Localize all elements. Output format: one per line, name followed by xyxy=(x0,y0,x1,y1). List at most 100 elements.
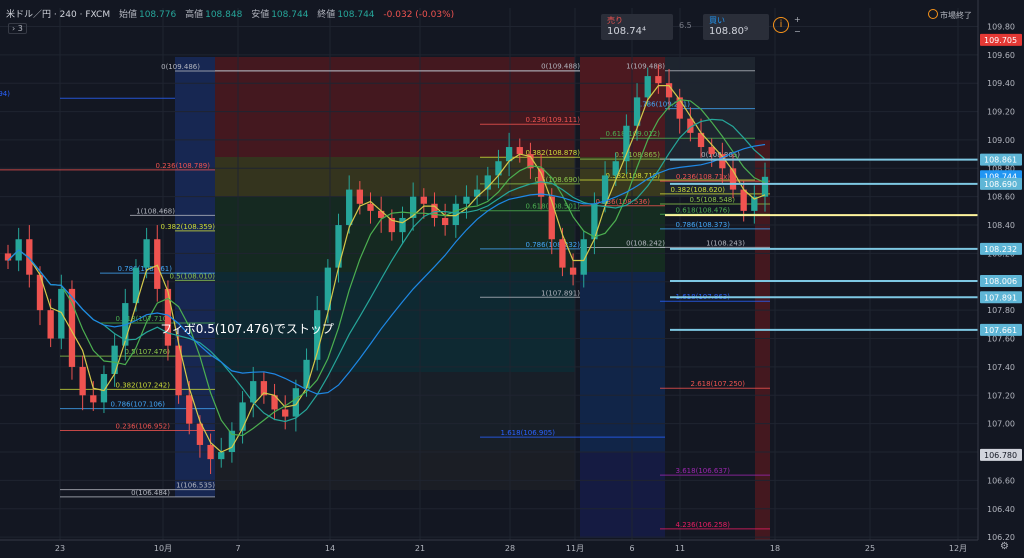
time-tick-label: 12月 xyxy=(949,544,967,553)
candle-body xyxy=(239,402,246,431)
time-tick-label: 25 xyxy=(865,544,875,553)
candle-body xyxy=(4,253,12,261)
price-tick-label: 107.20 xyxy=(987,391,1015,400)
sell-price: 108.74⁴ xyxy=(607,26,646,37)
price-chart[interactable]: 1.618(109.294) 0(109.486) 0.236(108.789) 1(… xyxy=(0,0,1024,558)
fib-level-label: 4.236(106.258) xyxy=(676,521,731,529)
candle-body xyxy=(463,196,470,204)
fib-level-label: 0.786(108.373) xyxy=(676,221,731,229)
price-tick-label: 107.60 xyxy=(987,335,1015,344)
fib-level-label: 0(109.488) xyxy=(541,63,580,71)
price-tag-label: 109.705 xyxy=(984,36,1017,45)
candle-body xyxy=(218,452,225,460)
symbol-label[interactable]: 米ドル／円 · 240 · FXCM xyxy=(6,10,110,20)
price-tick-label: 109.40 xyxy=(987,79,1015,88)
time-tick-label: 21 xyxy=(415,544,425,553)
fib-level-label: 0.236(106.952) xyxy=(116,422,171,430)
quantity-stepper[interactable]: + − xyxy=(794,14,801,38)
price-tick-label: 109.80 xyxy=(987,22,1015,31)
fib-level-label: 0.236(109.111) xyxy=(526,116,581,124)
info-icon[interactable]: i xyxy=(773,17,789,33)
fib-level-label: 2.618(107.250) xyxy=(691,380,746,388)
fib-level-label: 0.236(108.789) xyxy=(156,162,211,170)
buy-label: 買い xyxy=(709,16,725,25)
price-tag-label: 106.780 xyxy=(984,451,1017,460)
fib-level-label: 0.786(108.232) xyxy=(526,241,581,249)
candle-body xyxy=(154,239,161,289)
market-status[interactable]: 市場終了 xyxy=(928,9,972,21)
price-tick-label: 106.60 xyxy=(987,476,1015,485)
price-tick-label: 108.60 xyxy=(987,193,1015,202)
fib-level-label: 0.382(108.359) xyxy=(161,223,216,231)
fib-zone xyxy=(215,157,575,197)
candle-body xyxy=(346,189,353,226)
time-tick-label: 23 xyxy=(55,544,65,553)
fib-level-label: 0.786(107.106) xyxy=(111,401,166,409)
candle-body xyxy=(143,239,150,268)
fib-zone xyxy=(215,57,575,157)
fib-zone xyxy=(580,272,665,452)
price-tag-label: 108.690 xyxy=(984,180,1017,189)
price-tag-label: 108.861 xyxy=(984,156,1017,165)
candle-body xyxy=(378,210,385,218)
fib-level-label: 3.618(106.637) xyxy=(676,467,731,475)
price-tag-label: 108.232 xyxy=(984,245,1017,254)
candle-body xyxy=(410,196,417,218)
fib-level-label: 0(108.242) xyxy=(626,239,665,247)
fib-level-label: 0.382(108.620) xyxy=(671,186,726,194)
indicator-count: 3 xyxy=(17,24,23,33)
indicator-collapse-button[interactable]: › 3 xyxy=(8,23,27,34)
fib-level-label: 1(108.468) xyxy=(136,207,175,215)
candle-body xyxy=(399,217,406,233)
candle-body xyxy=(420,196,427,204)
price-tick-label: 107.40 xyxy=(987,363,1015,372)
fib-level-label: 1.618(106.905) xyxy=(501,429,556,437)
open-label: 始値 xyxy=(118,10,137,20)
low-label: 安値 xyxy=(251,10,270,20)
market-status-text: 市場終了 xyxy=(940,11,972,20)
fib-level-label: 1.618(109.294) xyxy=(0,90,10,98)
fib-zone xyxy=(580,452,665,538)
price-tick-label: 108.40 xyxy=(987,221,1015,230)
time-tick-label: 28 xyxy=(505,544,515,553)
candle-body xyxy=(207,444,214,460)
price-tick-label: 109.00 xyxy=(987,136,1015,145)
sell-button[interactable]: 売り 108.74⁴ xyxy=(601,14,673,40)
close-value: 108.744 xyxy=(337,10,375,20)
candle-body xyxy=(516,147,523,155)
buy-button[interactable]: 買い 108.80⁹ xyxy=(703,14,769,40)
plus-icon[interactable]: + xyxy=(794,14,801,26)
fib-level-label: 1(106.535) xyxy=(176,482,215,490)
candle-body xyxy=(303,359,310,389)
high-value: 108.848 xyxy=(205,10,243,20)
fib-level-label: 0.618(108.476) xyxy=(676,206,731,214)
candle-body xyxy=(708,147,715,155)
candle-body xyxy=(740,189,747,211)
stop-annotation[interactable]: フィボ0.5(107.476)でストップ xyxy=(160,320,334,337)
chart-header: 米ドル／円 · 240 · FXCM 始値 108.776 高値 108.848 安… xyxy=(6,7,454,20)
candle-body xyxy=(79,366,86,396)
fib-zone xyxy=(215,372,575,450)
candle-body xyxy=(111,345,118,375)
fib-level-label: 0.382(107.242) xyxy=(116,381,171,389)
candle-body xyxy=(356,189,363,204)
fib-level-label: 0.5(108.548) xyxy=(689,196,735,204)
fib-level-label: 0(109.486) xyxy=(161,63,200,71)
fib-level-label: 0(106.484) xyxy=(131,489,170,497)
time-tick-label: 11月 xyxy=(566,544,584,553)
trade-panel: 売り 108.74⁴ 6.5 買い 108.80⁹ i + − xyxy=(601,14,806,40)
minus-icon[interactable]: − xyxy=(794,26,801,38)
candle-body xyxy=(655,76,662,84)
fib-zone xyxy=(215,450,575,490)
fib-level-label: 1(109.488) xyxy=(626,63,665,71)
price-tick-label: 109.60 xyxy=(987,51,1015,60)
time-axis: 23 10月 7 14 21 28 11月 6 11 18 25 12月 xyxy=(0,539,978,553)
fib-level-label: 1(107.891) xyxy=(541,289,580,297)
sell-label: 売り xyxy=(607,16,623,25)
gear-icon[interactable]: ⚙ xyxy=(1000,541,1009,552)
fib-level-label: 0.5(108.010) xyxy=(169,272,215,280)
fib-level-label: 0.5(108.865) xyxy=(614,151,660,159)
time-tick-label: 14 xyxy=(325,544,335,553)
candle-body xyxy=(623,125,630,162)
fib-level-label: 1(108.243) xyxy=(706,239,745,247)
